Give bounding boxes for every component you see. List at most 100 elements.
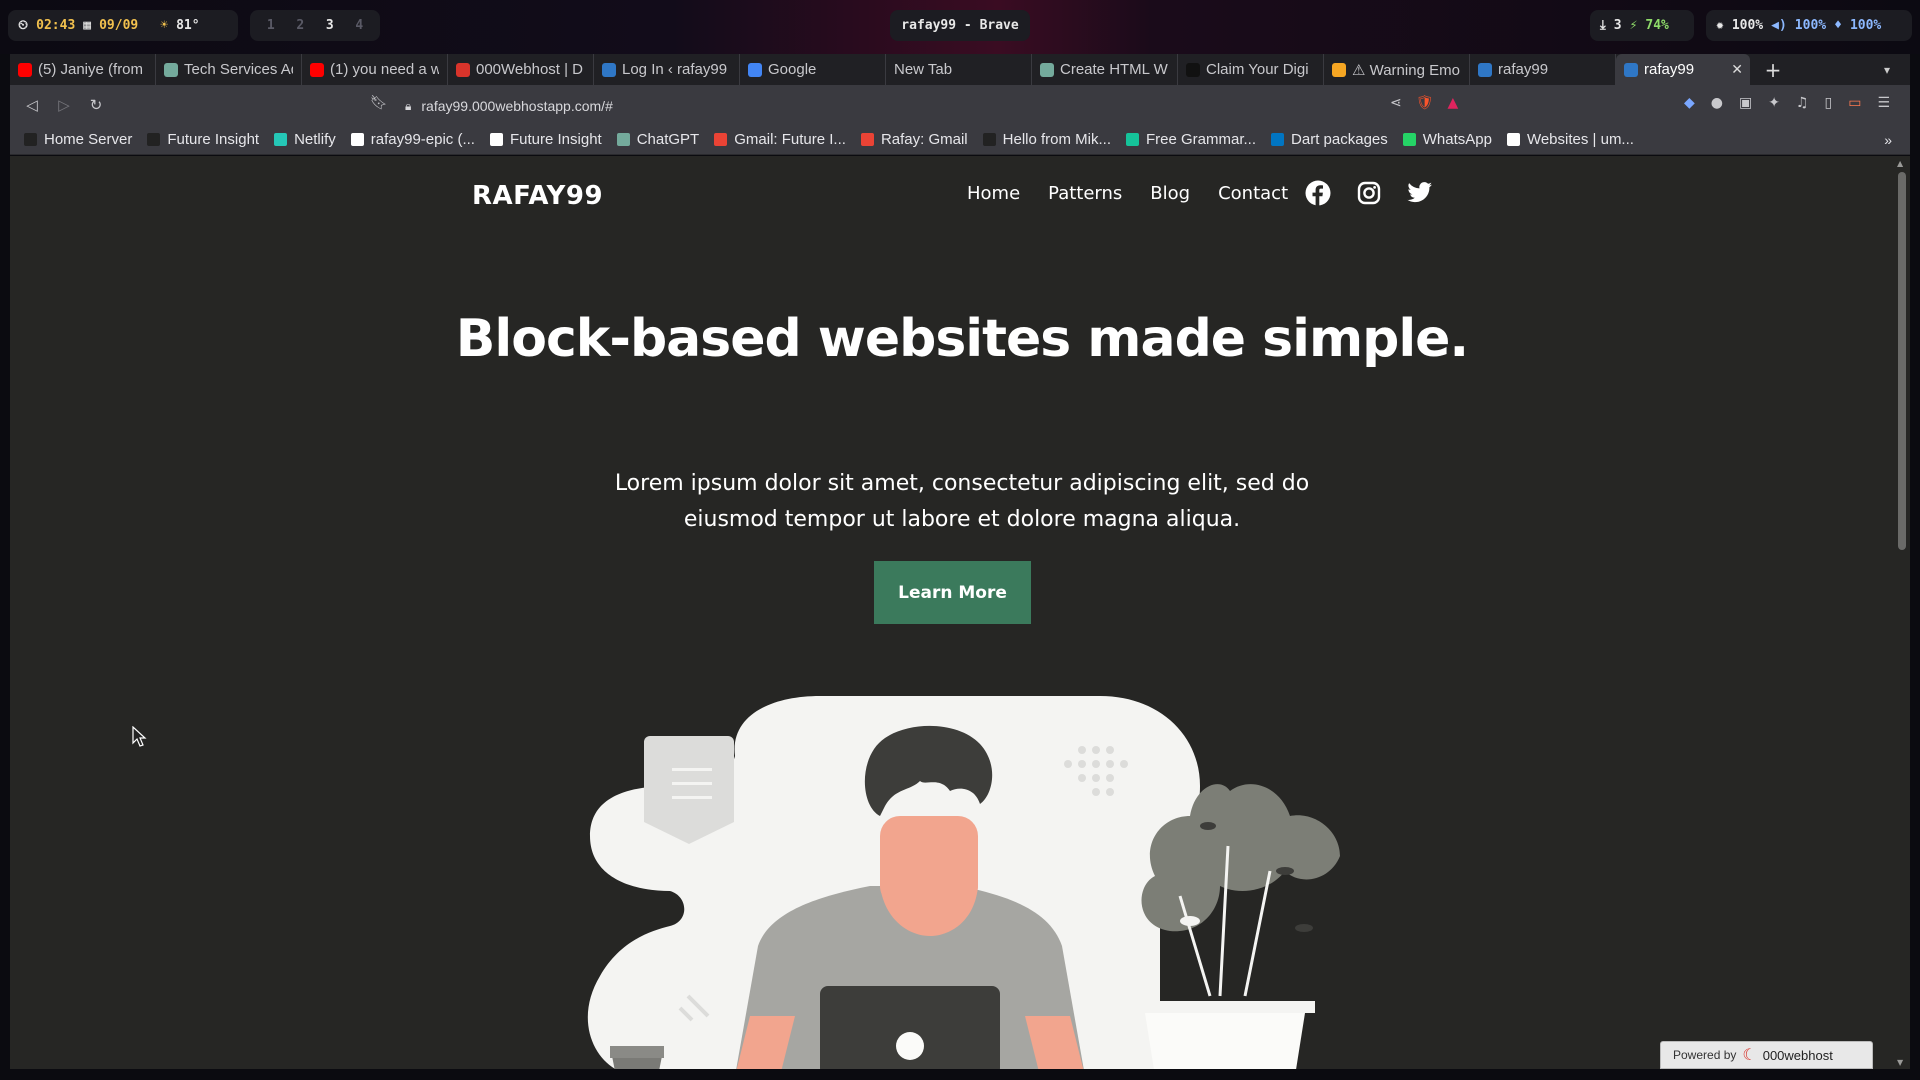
twitter-icon[interactable] xyxy=(1407,180,1433,206)
wallet-icon[interactable]: ▭ xyxy=(1848,95,1861,111)
reload-button[interactable]: ↻ xyxy=(80,96,112,114)
extension-cookie-icon[interactable]: ● xyxy=(1711,95,1723,111)
tab[interactable]: Claim Your Digi xyxy=(1178,54,1324,85)
nav-patterns-link[interactable]: Patterns xyxy=(1048,183,1122,204)
bookmark-favicon-icon xyxy=(714,133,728,146)
powered-by-brand: 000webhost xyxy=(1762,1047,1833,1063)
nav-home-link[interactable]: Home xyxy=(967,183,1020,204)
bookmark-item[interactable]: Rafay: Gmail xyxy=(860,131,968,148)
bookmark-favicon-icon xyxy=(24,133,37,146)
tab-label: (1) you need a w xyxy=(330,61,439,78)
tab-label: ⚠ Warning Emo xyxy=(1352,61,1460,79)
tab[interactable]: (1) you need a w xyxy=(302,54,448,85)
extensions-area: ◆ ● ▣ ✦ ♫ ▯ ▭ ☰ xyxy=(1684,95,1890,111)
nav-contact-link[interactable]: Contact xyxy=(1218,183,1288,204)
tab[interactable]: Log In ‹ rafay99 xyxy=(594,54,740,85)
tab[interactable]: ⚠ Warning Emo xyxy=(1324,54,1470,85)
close-tab-icon[interactable]: ✕ xyxy=(1731,61,1743,78)
webhost-icon xyxy=(456,62,470,77)
mic-text: 100% xyxy=(1849,18,1882,33)
tab[interactable]: New Tab xyxy=(886,54,1032,85)
battery-text: 74% xyxy=(1645,18,1669,33)
facebook-icon[interactable] xyxy=(1305,180,1331,206)
workspace-4[interactable]: 4 xyxy=(355,18,363,33)
bookmark-favicon-icon xyxy=(274,133,288,146)
tab-label: New Tab xyxy=(894,61,953,78)
lock-icon: 🔒︎ xyxy=(405,98,412,113)
site-title[interactable]: RAFAY99 xyxy=(472,181,603,211)
tab-list-chevron-icon[interactable]: ▾ xyxy=(1884,63,1890,77)
workspace-1[interactable]: 1 xyxy=(267,18,275,33)
bookmark-item[interactable]: Netlify xyxy=(274,131,336,148)
menu-icon[interactable]: ☰ xyxy=(1877,95,1890,111)
bookmarks-bar: Home Server Future Insight Netlify rafay99-… xyxy=(10,125,1910,155)
tab-label: 000Webhost | D xyxy=(476,61,584,78)
address-bar[interactable]: 🔒︎ rafay99.000webhostapp.com/# xyxy=(405,93,1405,119)
status-widget: ⤓ 3 ⚡ 74% xyxy=(1590,10,1694,41)
tab-label: (5) Janiye (from xyxy=(38,61,144,78)
bookmark-favicon-icon xyxy=(1402,133,1416,146)
nav-blog-link[interactable]: Blog xyxy=(1150,183,1190,204)
scroll-up-icon[interactable]: ▲ xyxy=(1897,159,1903,168)
page-scrollbar[interactable]: ▲ ▼ xyxy=(1894,156,1910,1069)
share-icon[interactable]: ⋖ xyxy=(1390,95,1402,111)
clock-widget: ⏲ 02:43 ▦ 09/09 ☀ 81° xyxy=(8,10,238,41)
bookmark-favicon-icon xyxy=(350,133,364,146)
powered-by-badge[interactable]: Powered by ☾ 000webhost xyxy=(1660,1041,1873,1069)
bookmark-item[interactable]: WhatsApp xyxy=(1402,131,1492,148)
tab[interactable]: Google xyxy=(740,54,886,85)
bookmark-icon xyxy=(1332,62,1346,77)
instagram-icon[interactable] xyxy=(1356,180,1382,206)
bookmark-favicon-icon xyxy=(1126,133,1139,146)
scroll-down-icon[interactable]: ▼ xyxy=(1897,1058,1903,1067)
bookmark-item[interactable]: ChatGPT xyxy=(616,131,699,148)
page-viewport: RAFAY99 Home Patterns Blog Contact Block… xyxy=(10,156,1894,1069)
bookmarks-overflow-icon[interactable]: » xyxy=(1884,132,1892,148)
bookmark-label: Netlify xyxy=(294,131,336,148)
wordpress-icon xyxy=(1478,62,1492,77)
browser-toolbar: ◁ ▷ ↻ 🔖︎ 🔒︎ rafay99.000webhostapp.com/# … xyxy=(10,85,1910,125)
forward-button[interactable]: ▷ xyxy=(48,96,80,114)
bookmark-item[interactable]: Dart packages xyxy=(1271,131,1388,148)
bookmark-item[interactable]: Free Grammar... xyxy=(1126,131,1256,148)
learn-more-button[interactable]: Learn More xyxy=(874,561,1031,624)
sidebar-toggle-icon[interactable]: ▯ xyxy=(1824,95,1832,111)
back-button[interactable]: ◁ xyxy=(16,96,48,114)
bookmark-page-icon[interactable]: 🔖︎ xyxy=(370,95,388,111)
extension-image-icon[interactable]: ▣ xyxy=(1739,95,1752,111)
tab-active[interactable]: rafay99 ✕ xyxy=(1616,54,1750,85)
bookmark-item[interactable]: Future Insight xyxy=(147,131,259,148)
hero-title: Block-based websites made simple. xyxy=(455,309,1469,369)
tab[interactable]: (5) Janiye (from xyxy=(10,54,156,85)
bookmark-favicon-icon xyxy=(1271,133,1285,146)
bitwarden-icon[interactable]: ◆ xyxy=(1684,95,1695,111)
brave-rewards-icon[interactable]: ▲ xyxy=(1448,95,1459,111)
bookmark-favicon-icon xyxy=(982,133,996,146)
bookmark-favicon-icon xyxy=(489,133,503,146)
bookmark-item[interactable]: Hello from Mik... xyxy=(982,131,1111,148)
tab-label: Tech Services Ad xyxy=(184,61,293,78)
hero-subtitle: Lorem ipsum dolor sit amet, consectetur … xyxy=(614,471,1310,532)
tab[interactable]: 000Webhost | D xyxy=(448,54,594,85)
extensions-puzzle-icon[interactable]: ✦ xyxy=(1768,95,1780,111)
bookmark-label: rafay99-epic (... xyxy=(370,131,475,148)
workspace-2[interactable]: 2 xyxy=(296,18,304,33)
download-count: 3 xyxy=(1613,18,1622,33)
bookmark-item[interactable]: Home Server xyxy=(24,131,132,148)
scrollbar-thumb[interactable] xyxy=(1898,172,1906,550)
bookmark-item[interactable]: Future Insight xyxy=(489,131,602,148)
tab[interactable]: Create HTML W xyxy=(1032,54,1178,85)
bookmark-item[interactable]: Gmail: Future I... xyxy=(714,131,846,148)
brave-shields-icon[interactable]: 🛡︎ xyxy=(1416,95,1434,111)
media-music-icon[interactable]: ♫ xyxy=(1796,95,1809,111)
url-text[interactable]: rafay99.000webhostapp.com/# xyxy=(421,98,612,114)
sun-icon: ☀ xyxy=(160,18,169,33)
tab[interactable]: rafay99 xyxy=(1470,54,1616,85)
new-tab-button[interactable]: + xyxy=(1758,58,1788,82)
tab[interactable]: Tech Services Ad xyxy=(156,54,302,85)
youtube-icon xyxy=(310,62,324,77)
bookmark-item[interactable]: rafay99-epic (... xyxy=(350,131,475,148)
workspace-3[interactable]: 3 xyxy=(326,18,334,33)
bookmark-item[interactable]: Websites | um... xyxy=(1506,131,1634,148)
bookmark-label: Gmail: Future I... xyxy=(734,131,846,148)
